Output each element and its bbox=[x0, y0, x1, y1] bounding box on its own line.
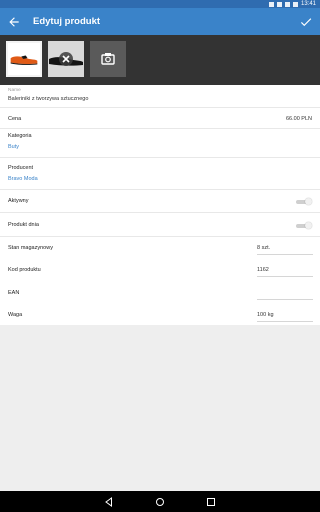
system-nav-bar bbox=[0, 491, 320, 512]
bluetooth-icon bbox=[268, 1, 274, 7]
weight-label: Waga bbox=[8, 312, 23, 318]
divider bbox=[0, 128, 320, 129]
product-of-day-label: Produkt dnia bbox=[8, 222, 39, 228]
stock-input[interactable]: 8 szt. bbox=[257, 245, 313, 251]
product-code-input[interactable]: 1162 bbox=[257, 267, 313, 273]
divider bbox=[0, 236, 320, 237]
divider bbox=[0, 107, 320, 108]
stock-label: Stan magazynowy bbox=[8, 245, 53, 251]
active-label: Aktywny bbox=[8, 198, 29, 204]
back-arrow-icon[interactable] bbox=[7, 15, 21, 29]
product-code-underline bbox=[257, 276, 313, 277]
product-code-label: Kod produktu bbox=[8, 267, 41, 273]
price-label: Cena bbox=[8, 116, 22, 122]
wifi-icon bbox=[284, 1, 290, 7]
active-toggle-knob[interactable] bbox=[305, 198, 312, 205]
add-photo-button[interactable] bbox=[90, 41, 126, 77]
divider bbox=[0, 189, 320, 190]
nav-back-icon[interactable] bbox=[103, 496, 115, 508]
product-image-thumb[interactable] bbox=[48, 41, 84, 77]
divider bbox=[0, 157, 320, 158]
product-images-strip bbox=[0, 35, 320, 85]
weight-input[interactable]: 100 kg bbox=[257, 312, 313, 318]
category-label: Kategoria bbox=[8, 133, 32, 139]
ean-underline bbox=[257, 299, 313, 300]
product-image-thumb[interactable] bbox=[6, 41, 42, 77]
name-input[interactable]: Baleriniki z tworzywa sztucznego bbox=[8, 96, 88, 102]
app-bar: Edytuj produkt bbox=[0, 8, 320, 35]
product-of-day-toggle-knob[interactable] bbox=[305, 222, 312, 229]
ean-label: EAN bbox=[8, 290, 20, 296]
shoe-image bbox=[49, 52, 83, 66]
nav-recents-icon[interactable] bbox=[205, 496, 217, 508]
product-form: Name Baleriniki z tworzywa sztucznego Ce… bbox=[0, 85, 320, 325]
signal-icon bbox=[276, 1, 282, 7]
price-input[interactable]: 66.00 PLN bbox=[286, 116, 312, 122]
camera-icon bbox=[101, 53, 115, 65]
nav-home-icon[interactable] bbox=[154, 496, 166, 508]
status-bar: 13:41 bbox=[0, 0, 320, 8]
status-time: 13:41 bbox=[300, 1, 316, 7]
battery-icon bbox=[292, 1, 298, 7]
producer-select[interactable]: Bravo Moda bbox=[8, 176, 38, 182]
name-label: Name bbox=[8, 88, 21, 93]
status-icons: 13:41 bbox=[268, 0, 316, 8]
page-title: Edytuj produkt bbox=[33, 16, 101, 27]
weight-underline bbox=[257, 321, 313, 322]
save-check-icon[interactable] bbox=[299, 15, 313, 29]
divider bbox=[0, 212, 320, 213]
category-select[interactable]: Buty bbox=[8, 144, 19, 150]
producer-label: Producent bbox=[8, 165, 34, 171]
stock-underline bbox=[257, 254, 313, 255]
shoe-image bbox=[10, 55, 38, 65]
